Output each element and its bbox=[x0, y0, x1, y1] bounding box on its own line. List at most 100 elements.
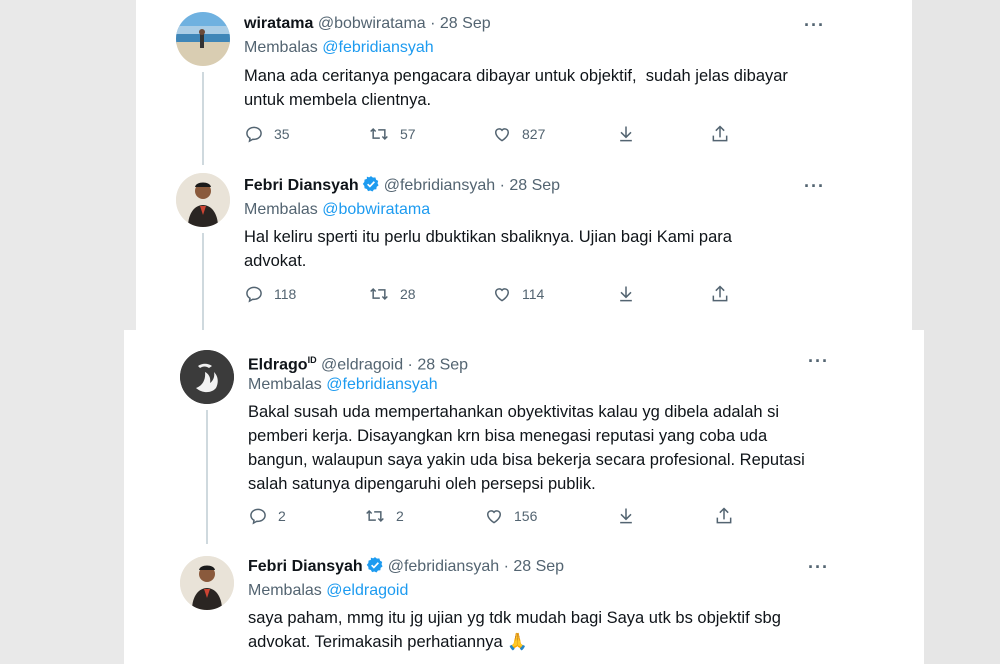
tweet-text-line: Hal keliru sperti itu perlu dbuktikan sb… bbox=[244, 228, 732, 246]
retweet-button[interactable]: 57 bbox=[368, 124, 416, 144]
author-handle[interactable]: @eldragoid bbox=[321, 356, 403, 373]
reply-button[interactable]: 35 bbox=[244, 124, 290, 144]
more-icon[interactable]: ··· bbox=[804, 16, 825, 34]
reply-mention-link[interactable]: @febridiansyah bbox=[326, 376, 437, 393]
tweet-header: EldragoID @eldragoid · 28 Sep bbox=[248, 350, 468, 375]
share-icon bbox=[716, 507, 732, 524]
folded-hands-emoji: 🙏 bbox=[507, 633, 528, 651]
separator: · bbox=[503, 558, 509, 575]
separator: · bbox=[499, 177, 505, 194]
retweet-count: 57 bbox=[400, 126, 416, 142]
download-icon bbox=[620, 126, 632, 142]
man-portrait-avatar[interactable] bbox=[176, 173, 230, 227]
verified-badge-icon bbox=[366, 557, 383, 573]
reply-prefix: Membalas bbox=[248, 376, 322, 393]
retweet-count: 2 bbox=[396, 508, 404, 524]
tweet[interactable]: Febri Diansyah @febridiansyah · 28 Sep ··… bbox=[136, 165, 912, 330]
download-button[interactable] bbox=[616, 284, 636, 304]
more-icon[interactable]: ··· bbox=[808, 558, 829, 576]
reply-prefix: Membalas bbox=[244, 201, 318, 218]
more-icon[interactable]: ··· bbox=[804, 177, 825, 195]
replying-to: Membalas @eldragoid bbox=[248, 581, 408, 601]
tweet-text-line: bangun, walaupun saya yakin uda bisa bek… bbox=[248, 451, 805, 469]
reply-mention-link[interactable]: @eldragoid bbox=[326, 582, 408, 599]
tweet-text: Mana ada ceritanya pengacara dibayar unt… bbox=[244, 64, 844, 112]
tweet-actions: 2 2 156 bbox=[248, 506, 768, 526]
reply-mention-link[interactable]: @bobwiratama bbox=[322, 201, 430, 218]
like-button[interactable]: 156 bbox=[484, 506, 537, 526]
like-count: 156 bbox=[514, 508, 538, 524]
download-button[interactable] bbox=[616, 124, 636, 144]
tweet-text: Bakal susah uda mempertahankan obyektivi… bbox=[248, 400, 858, 496]
tweet-text-line: untuk membela clientnya. bbox=[244, 91, 432, 109]
tweet[interactable]: EldragoID @eldragoid · 28 Sep ··· Membal… bbox=[124, 330, 924, 544]
tweet-header: wiratama @bobwiratama · 28 Sep bbox=[244, 14, 491, 34]
tweet-text-line: Mana ada ceritanya pengacara dibayar unt… bbox=[244, 67, 788, 85]
retweet-icon bbox=[366, 509, 384, 523]
verified-badge-icon bbox=[362, 176, 379, 192]
reply-button[interactable]: 2 bbox=[248, 506, 286, 526]
reply-prefix: Membalas bbox=[244, 39, 318, 56]
tweet-header: Febri Diansyah @febridiansyah · 28 Sep bbox=[244, 175, 560, 196]
author-handle[interactable]: @bobwiratama bbox=[318, 15, 426, 32]
share-icon bbox=[712, 125, 728, 142]
tweet-actions: 118 28 114 bbox=[244, 284, 764, 304]
tweet-thread-panel-bottom: EldragoID @eldragoid · 28 Sep ··· Membal… bbox=[124, 330, 924, 664]
like-count: 114 bbox=[522, 286, 545, 302]
replying-to: Membalas @bobwiratama bbox=[244, 200, 430, 220]
separator: · bbox=[430, 15, 436, 32]
author-handle[interactable]: @febridiansyah bbox=[388, 558, 499, 575]
name-badge: ID bbox=[307, 355, 317, 365]
like-button[interactable]: 114 bbox=[492, 284, 544, 304]
reply-icon bbox=[246, 286, 262, 303]
replying-to: Membalas @febridiansyah bbox=[244, 38, 434, 58]
thread-connector bbox=[202, 72, 204, 165]
reply-prefix: Membalas bbox=[248, 582, 322, 599]
more-icon[interactable]: ··· bbox=[808, 352, 829, 370]
tweet-text: Hal keliru sperti itu perlu dbuktikan sb… bbox=[244, 225, 844, 273]
reply-count: 118 bbox=[274, 286, 297, 302]
download-icon bbox=[620, 508, 632, 524]
tweet-date[interactable]: 28 Sep bbox=[513, 558, 564, 575]
author-name[interactable]: Febri Diansyah bbox=[244, 177, 359, 194]
retweet-icon bbox=[370, 287, 388, 301]
reply-mention-link[interactable]: @febridiansyah bbox=[322, 39, 433, 56]
download-icon bbox=[620, 286, 632, 302]
author-name[interactable]: Febri Diansyah bbox=[248, 558, 363, 575]
tweet-thread-panel-top: wiratama @bobwiratama · 28 Sep ··· Memba… bbox=[136, 0, 912, 330]
thread-connector bbox=[202, 233, 204, 330]
tweet-text-line: Bakal susah uda mempertahankan obyektivi… bbox=[248, 403, 780, 421]
share-icon bbox=[712, 285, 728, 302]
tweet-date[interactable]: 28 Sep bbox=[509, 177, 560, 194]
share-button[interactable] bbox=[714, 506, 734, 526]
share-button[interactable] bbox=[710, 124, 730, 144]
author-name[interactable]: Eldrago bbox=[248, 356, 308, 373]
reply-icon bbox=[246, 126, 262, 143]
author-name[interactable]: wiratama bbox=[244, 15, 313, 32]
like-count: 827 bbox=[522, 126, 546, 142]
author-handle[interactable]: @febridiansyah bbox=[384, 177, 495, 194]
like-icon bbox=[494, 128, 510, 142]
beach-photo-avatar[interactable] bbox=[176, 12, 230, 66]
reply-icon bbox=[250, 508, 266, 525]
left-margin bbox=[0, 0, 136, 664]
like-button[interactable]: 827 bbox=[492, 124, 545, 144]
thread-connector bbox=[206, 410, 208, 544]
share-button[interactable] bbox=[710, 284, 730, 304]
tweet-actions: 35 57 827 bbox=[244, 124, 764, 144]
tweet[interactable]: wiratama @bobwiratama · 28 Sep ··· Memba… bbox=[136, 0, 912, 165]
reply-count: 2 bbox=[278, 508, 286, 524]
tweet[interactable]: Febri Diansyah @febridiansyah · 28 Sep ··… bbox=[124, 544, 924, 664]
dragon-logo-avatar[interactable] bbox=[180, 350, 234, 404]
retweet-count: 28 bbox=[400, 286, 416, 302]
tweet-date[interactable]: 28 Sep bbox=[440, 15, 491, 32]
tweet-date[interactable]: 28 Sep bbox=[417, 356, 468, 373]
tweet-text-line: saya paham, mmg itu jg ujian yg tdk muda… bbox=[248, 609, 781, 627]
tweet-text-line: advokat. bbox=[244, 252, 307, 270]
retweet-icon bbox=[370, 127, 388, 141]
reply-button[interactable]: 118 bbox=[244, 284, 296, 304]
man-portrait-avatar[interactable] bbox=[180, 556, 234, 610]
download-button[interactable] bbox=[616, 506, 636, 526]
retweet-button[interactable]: 2 bbox=[364, 506, 404, 526]
retweet-button[interactable]: 28 bbox=[368, 284, 416, 304]
